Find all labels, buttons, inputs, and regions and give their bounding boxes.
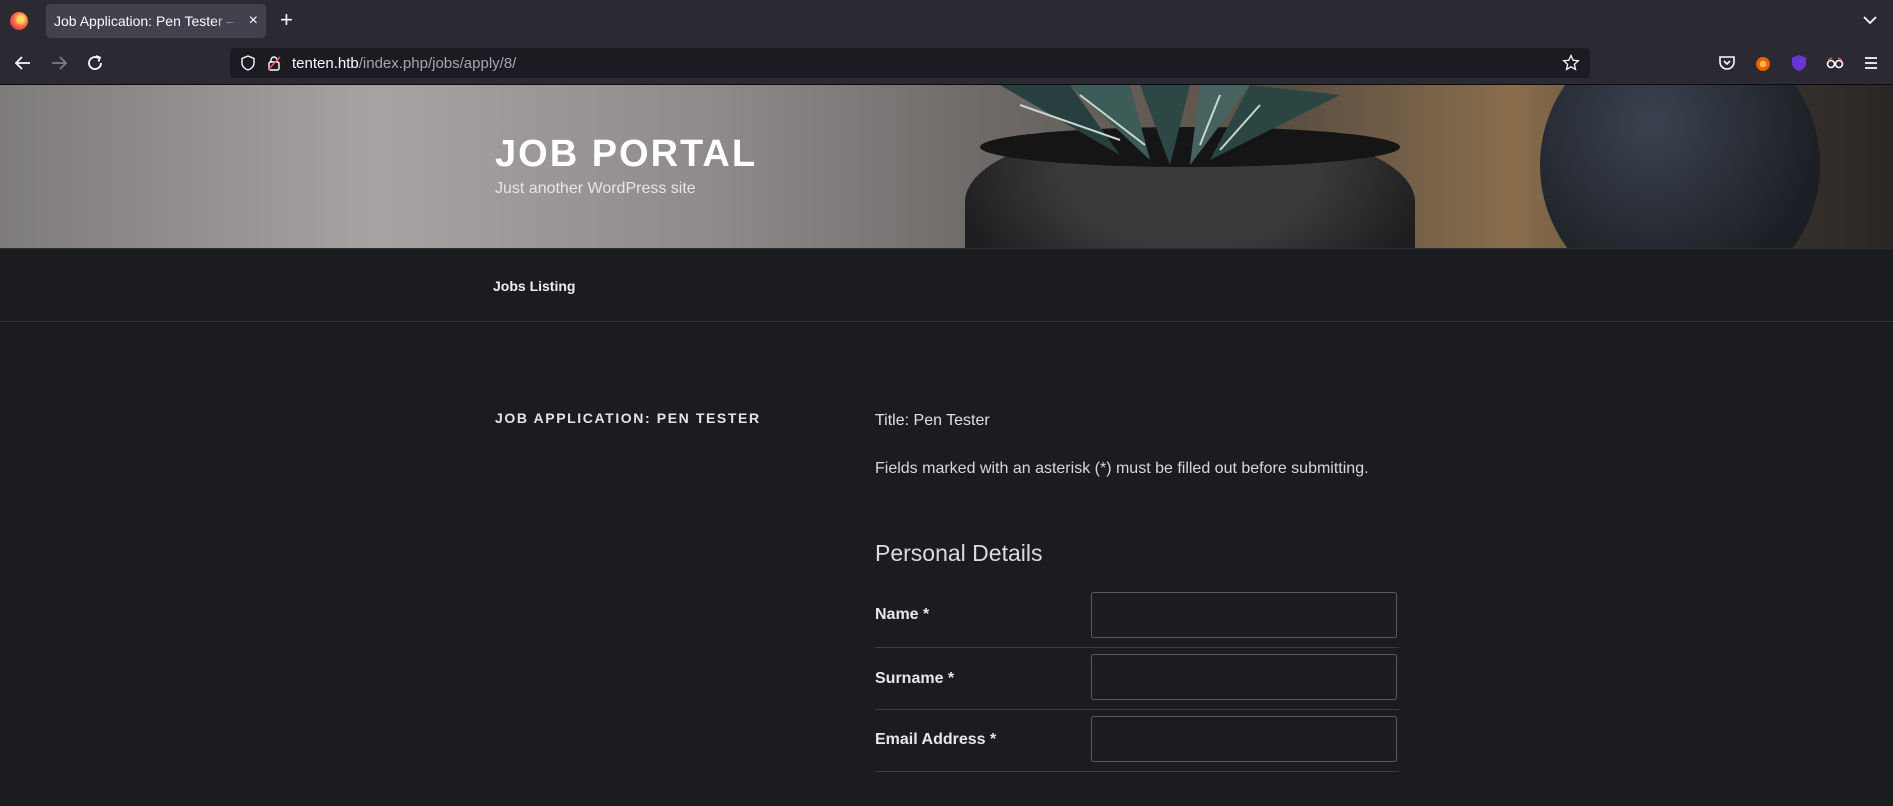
form-row-email: Email Address * [875, 709, 1399, 772]
shield-icon[interactable] [240, 55, 256, 71]
chevron-down-icon[interactable] [1861, 11, 1879, 29]
glasses-extension-icon[interactable] [1825, 53, 1845, 73]
header-plant-leaves [1000, 85, 1340, 165]
site-tagline: Just another WordPress site [495, 180, 696, 197]
nav-link-jobs-listing[interactable]: Jobs Listing [493, 278, 575, 294]
form-row-name: Name * [875, 585, 1399, 648]
tab-strip: Job Application: Pen Tester – Job Portal… [0, 0, 1893, 42]
surname-input[interactable] [1091, 654, 1397, 700]
navigation-toolbar: tenten.htb/index.php/jobs/apply/8/ 12 [0, 42, 1893, 103]
page-title: JOB APPLICATION: PEN TESTER [495, 410, 761, 426]
fox-extension-icon[interactable] [1753, 53, 1773, 73]
pocket-icon[interactable] [1717, 53, 1737, 73]
ublock-shield-icon[interactable] [1789, 53, 1809, 73]
forward-arrow-icon[interactable] [49, 53, 69, 73]
address-bar[interactable]: tenten.htb/index.php/jobs/apply/8/ [230, 48, 1590, 78]
form-row-surname: Surname * [875, 647, 1399, 710]
site-title[interactable]: JOB PORTAL [495, 133, 757, 176]
personal-details-heading: Personal Details [875, 540, 1043, 566]
lock-icon[interactable] [266, 55, 282, 71]
hamburger-menu-icon[interactable] [1861, 53, 1881, 73]
site-navigation: Jobs Listing [0, 248, 1893, 322]
tab-title: Job Application: Pen Tester – Job Portal [54, 13, 240, 29]
url-path: /index.php/jobs/apply/8/ [358, 55, 517, 72]
required-fields-note: Fields marked with an asterisk (*) must … [875, 460, 1369, 477]
site-header-image: JOB PORTAL Just another WordPress site [0, 85, 1893, 248]
reload-icon[interactable] [85, 53, 105, 73]
name-label: Name * [875, 606, 930, 623]
plus-icon[interactable]: + [280, 8, 293, 32]
surname-label: Surname * [875, 670, 955, 687]
url-text[interactable]: tenten.htb/index.php/jobs/apply/8/ [292, 55, 516, 72]
star-icon[interactable] [1562, 54, 1580, 72]
job-title-text: Title: Pen Tester [875, 412, 990, 429]
name-input[interactable] [1091, 592, 1397, 638]
header-decor-sphere [1540, 85, 1820, 248]
firefox-logo-icon[interactable] [10, 12, 28, 30]
email-input[interactable] [1091, 716, 1397, 762]
back-arrow-icon[interactable] [13, 53, 33, 73]
email-label: Email Address * [875, 731, 997, 748]
url-host: tenten.htb [292, 55, 359, 72]
close-icon[interactable]: × [249, 12, 258, 30]
tab-active[interactable]: Job Application: Pen Tester – Job Portal… [46, 4, 266, 38]
